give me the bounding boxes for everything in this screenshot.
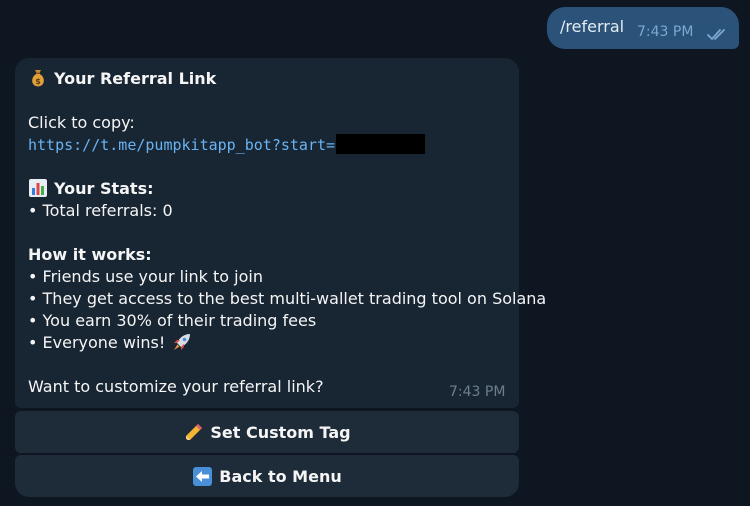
set-custom-tag-button[interactable]: Set Custom Tag [15, 411, 519, 453]
stats-heading: Your Stats: [54, 179, 154, 198]
bullet-item-last: • Everyone wins! [28, 332, 198, 354]
referral-title-line: $ Your Referral Link [28, 68, 216, 90]
pencil-icon [186, 423, 203, 440]
how-it-works-heading: How it works: [28, 245, 152, 264]
stats-heading-line: Your Stats: [28, 178, 154, 200]
total-referrals: • Total referrals: 0 [28, 201, 173, 220]
incoming-message-time: 7:43 PM [449, 384, 506, 400]
bullet-item: • You earn 30% of their trading fees [28, 311, 317, 330]
double-check-icon [707, 29, 725, 40]
referral-link-line: https://t.me/pumpkitapp_bot?start= [28, 134, 426, 156]
copy-label: Click to copy: [28, 113, 135, 132]
incoming-message: $ Your Referral Link Click to copy: http… [15, 58, 546, 408]
outgoing-message-text: /referral [560, 17, 625, 36]
redacted-block [336, 134, 426, 154]
money-bag-icon: $ [32, 70, 44, 87]
referral-title: Your Referral Link [54, 69, 217, 88]
referral-link[interactable]: https://t.me/pumpkitapp_bot?start= [28, 136, 335, 154]
back-to-menu-label: Back to Menu [219, 466, 342, 486]
set-custom-tag-label: Set Custom Tag [210, 422, 351, 442]
back-arrow-icon [193, 466, 213, 486]
outgoing-message-time: 7:43 PM [637, 24, 694, 40]
bullet-item: • They get access to the best multi-wall… [28, 289, 547, 308]
outgoing-message[interactable]: /referral 7:43 PM [547, 7, 739, 49]
bullet-item: • Friends use your link to join [28, 267, 263, 286]
back-to-menu-button[interactable]: Back to Menu [15, 455, 519, 497]
rocket-icon [174, 334, 191, 350]
bullet-item: • Everyone wins! [28, 333, 166, 352]
chat-view: /referral 7:43 PM $ Your Referral Link C… [0, 0, 750, 506]
svg-text:$: $ [35, 77, 41, 86]
customize-question: Want to customize your referral link? [28, 377, 324, 396]
bar-chart-icon [29, 179, 47, 197]
